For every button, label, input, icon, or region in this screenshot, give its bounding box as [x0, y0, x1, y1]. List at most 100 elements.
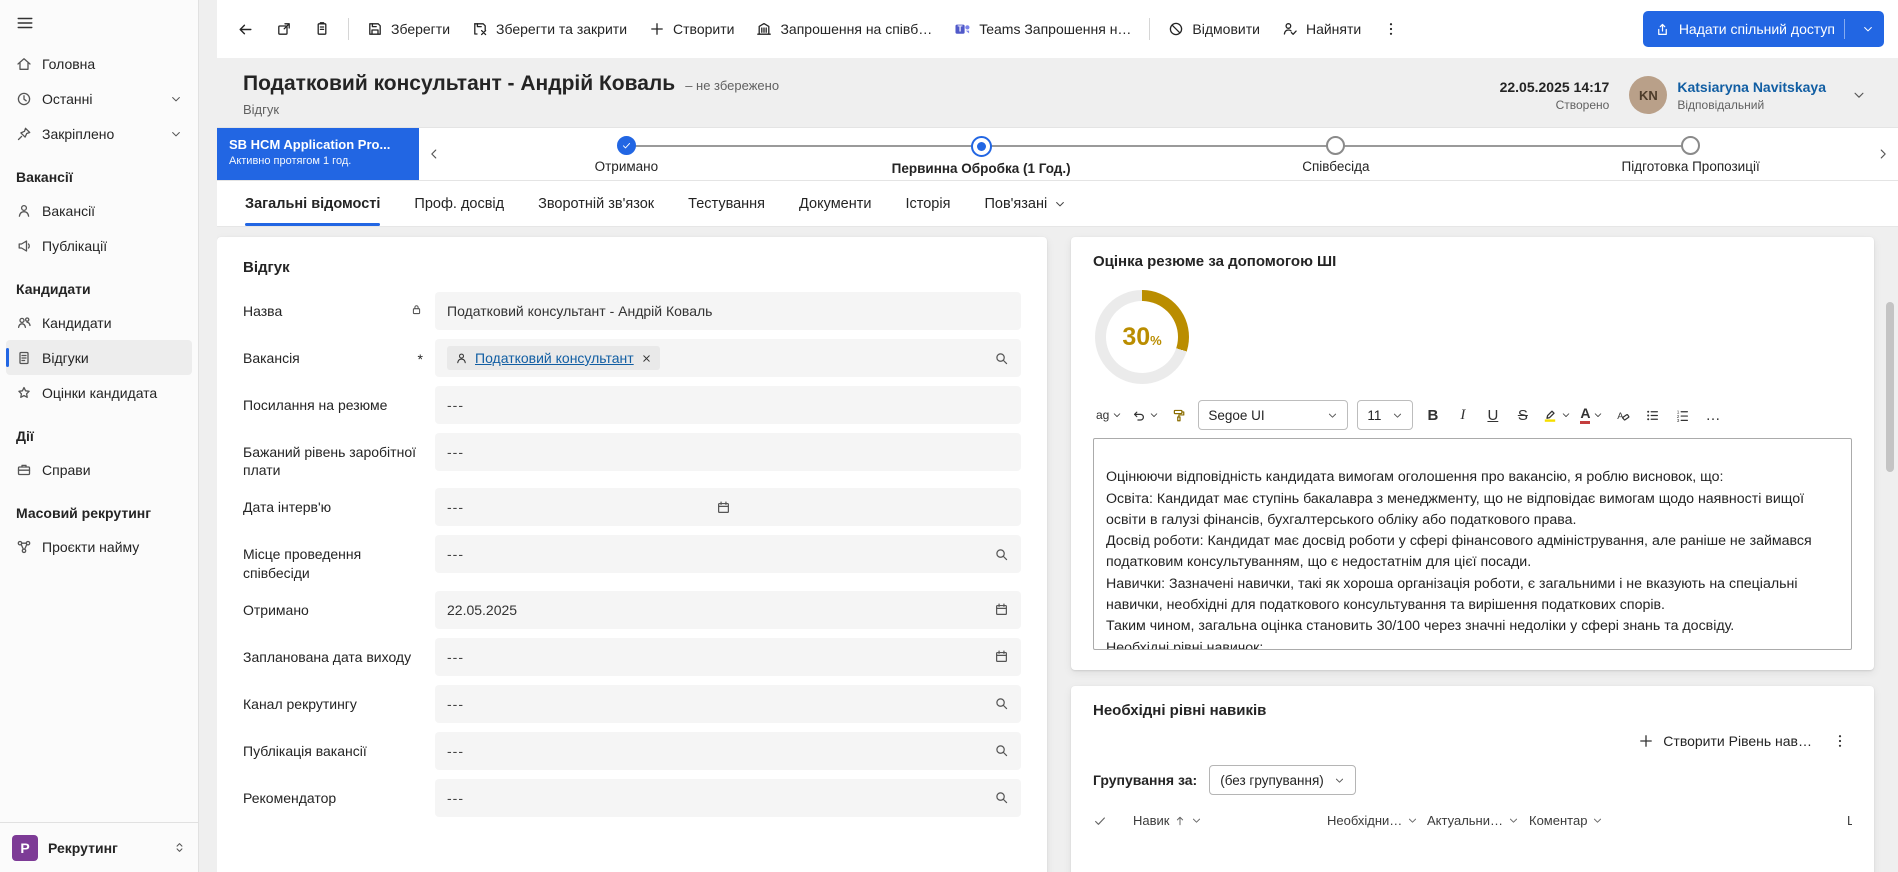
column-header-skill[interactable]: Навик: [1133, 813, 1327, 828]
owner-block[interactable]: KN Katsiaryna Navitskaya Відповідальний: [1629, 76, 1826, 114]
strikethrough-button[interactable]: S: [1509, 400, 1536, 430]
format-painter-button[interactable]: [1165, 400, 1192, 430]
underline-button[interactable]: U: [1479, 400, 1506, 430]
nav-hamburger-button[interactable]: [0, 0, 198, 46]
grouping-select[interactable]: (без групування): [1209, 765, 1356, 795]
search-icon[interactable]: [994, 790, 1009, 805]
bpf-stage-received[interactable]: Отримано: [449, 136, 804, 180]
tab-general[interactable]: Загальні відомості: [245, 181, 380, 226]
undo-button[interactable]: [1128, 400, 1162, 430]
numbered-list-button[interactable]: 123: [1669, 400, 1696, 430]
bpf-scroll-left-button[interactable]: [419, 128, 449, 180]
remove-icon[interactable]: [641, 353, 652, 364]
chevron-down-icon[interactable]: [1191, 815, 1202, 826]
sidebar-item-candidate-assessments[interactable]: Оцінки кандидата: [6, 375, 192, 410]
recruiting-channel-lookup[interactable]: ---: [435, 685, 1021, 723]
save-button[interactable]: Зберегти: [357, 10, 460, 48]
lookup-link[interactable]: Податковий консультант: [475, 350, 634, 366]
sidebar-item-cases[interactable]: Справи: [6, 452, 192, 487]
clear-formatting-button[interactable]: A: [1609, 400, 1636, 430]
interview-invitation-button[interactable]: Запрошення на співб…: [746, 10, 942, 48]
calendar-icon[interactable]: [994, 602, 1009, 617]
font-family-select[interactable]: Segoe UI: [1198, 400, 1348, 430]
tab-testing[interactable]: Тестування: [688, 181, 765, 226]
reject-button[interactable]: Відмовити: [1158, 10, 1270, 48]
ai-assessment-text-editor[interactable]: Оцінюючи відповідність кандидата вимогам…: [1093, 438, 1852, 650]
received-on-input[interactable]: 22.05.2025: [435, 591, 1021, 629]
save-and-close-button[interactable]: Зберегти та закрити: [462, 10, 637, 48]
create-skill-level-button[interactable]: Створити Рівень нав…: [1638, 733, 1812, 749]
sidebar-item-vacancies[interactable]: Вакансії: [6, 193, 192, 228]
chevron-down-icon[interactable]: [1407, 815, 1418, 826]
highlight-color-button[interactable]: [1539, 400, 1574, 430]
calendar-icon[interactable]: [716, 500, 731, 515]
bpf-stage-dot-pending[interactable]: [1326, 136, 1345, 155]
sidebar-item-recent[interactable]: Останні: [6, 81, 192, 116]
search-icon[interactable]: [994, 696, 1009, 711]
tab-feedback[interactable]: Зворотній зв'язок: [538, 181, 654, 226]
select-all-checkbox[interactable]: [1093, 814, 1133, 828]
page-scrollbar[interactable]: [1885, 266, 1895, 862]
search-icon[interactable]: [994, 547, 1009, 562]
back-button[interactable]: [227, 10, 264, 48]
toolbar-more-button[interactable]: …: [1699, 400, 1726, 430]
editor-scrollbar[interactable]: [1839, 442, 1848, 646]
teams-invitation-button[interactable]: T Teams Запрошення н…: [944, 10, 1141, 48]
page-scrollbar-thumb[interactable]: [1886, 302, 1894, 472]
resume-link-input[interactable]: ---: [435, 386, 1021, 424]
open-in-new-window-button[interactable]: [266, 10, 302, 48]
column-header-comment[interactable]: Коментар: [1529, 813, 1847, 828]
bulleted-list-button[interactable]: [1639, 400, 1666, 430]
sidebar-item-home[interactable]: Головна: [6, 46, 192, 81]
column-header-actual-level[interactable]: Актуальни…: [1427, 813, 1529, 828]
lookup-pill[interactable]: Податковий консультант: [447, 346, 660, 370]
bold-button[interactable]: B: [1419, 400, 1446, 430]
command-overflow-button[interactable]: [1373, 10, 1409, 48]
app-switcher[interactable]: P Рекрутинг: [0, 822, 198, 872]
sidebar-item-applications[interactable]: Відгуки: [6, 340, 192, 375]
bpf-scroll-right-button[interactable]: [1868, 128, 1898, 180]
interview-date-input[interactable]: ---: [435, 488, 1021, 526]
font-color-button[interactable]: A: [1577, 400, 1606, 430]
chevron-down-icon[interactable]: [170, 128, 182, 140]
bpf-stage-dot-active[interactable]: [971, 136, 992, 157]
chevron-down-icon[interactable]: [170, 93, 182, 105]
italic-button[interactable]: I: [1449, 400, 1476, 430]
tab-related[interactable]: Пов'язані: [984, 181, 1066, 226]
planned-start-date-input[interactable]: ---: [435, 638, 1021, 676]
owner-name[interactable]: Katsiaryna Navitskaya: [1677, 79, 1826, 95]
sidebar-item-pinned[interactable]: Закріплено: [6, 116, 192, 151]
search-icon[interactable]: [994, 351, 1009, 366]
interview-location-lookup[interactable]: ---: [435, 535, 1021, 573]
share-menu-chevron[interactable]: [1854, 23, 1882, 35]
header-collapse-button[interactable]: [1846, 82, 1872, 108]
search-icon[interactable]: [994, 743, 1009, 758]
hire-button[interactable]: Найняти: [1272, 10, 1371, 48]
sidebar-item-publications[interactable]: Публікації: [6, 228, 192, 263]
name-input[interactable]: Податковий консультант - Андрій Коваль: [435, 292, 1021, 330]
text-style-button[interactable]: ag: [1093, 400, 1125, 430]
chevron-down-icon[interactable]: [1592, 815, 1603, 826]
column-header-required-level[interactable]: Необхідни…: [1327, 813, 1427, 828]
chevron-down-icon[interactable]: [1508, 815, 1519, 826]
tab-professional-experience[interactable]: Проф. досвід: [414, 181, 504, 226]
bpf-stage-dot-done[interactable]: [617, 136, 636, 155]
skills-grid-overflow-button[interactable]: [1828, 733, 1852, 749]
desired-salary-input[interactable]: ---: [435, 433, 1021, 471]
tab-history[interactable]: Історія: [905, 181, 950, 226]
font-size-select[interactable]: 11: [1357, 400, 1413, 430]
bpf-stage-interview[interactable]: Співбесіда: [1159, 136, 1514, 180]
calendar-icon[interactable]: [994, 649, 1009, 664]
bpf-stage-offer-preparation[interactable]: Підготовка Пропозиції: [1513, 136, 1868, 180]
sidebar-item-hiring-projects[interactable]: Проєкти найму: [6, 529, 192, 564]
record-set-button[interactable]: [304, 10, 340, 48]
sidebar-item-candidates[interactable]: Кандидати: [6, 305, 192, 340]
new-record-button[interactable]: Створити: [639, 10, 744, 48]
vacancy-lookup[interactable]: Податковий консультант: [435, 339, 1021, 377]
bpf-stage-dot-pending[interactable]: [1681, 136, 1700, 155]
referrer-lookup[interactable]: ---: [435, 779, 1021, 817]
share-button[interactable]: Надати спільний доступ: [1643, 11, 1884, 47]
vacancy-publication-lookup[interactable]: ---: [435, 732, 1021, 770]
bpf-stage-initial-processing[interactable]: Первинна Обробка (1 Год.): [804, 136, 1159, 180]
tab-documents[interactable]: Документи: [799, 181, 871, 226]
